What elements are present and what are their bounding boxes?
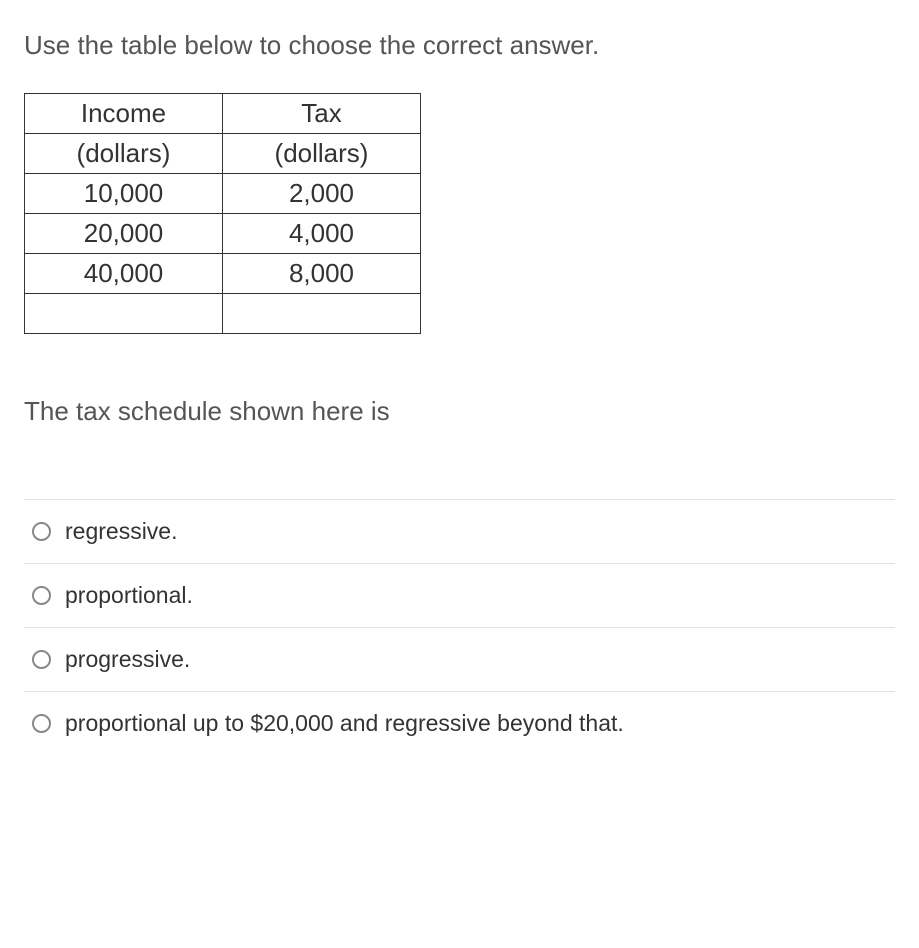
- table-cell: [25, 294, 223, 334]
- table-row: 20,000 4,000: [25, 214, 421, 254]
- choice-label: proportional up to $20,000 and regressiv…: [65, 708, 887, 739]
- tax-schedule-table: Income Tax (dollars) (dollars) 10,000 2,…: [24, 93, 421, 334]
- choice-label: regressive.: [65, 516, 887, 547]
- table-header-cell: Tax: [223, 94, 421, 134]
- radio-icon: [32, 522, 51, 541]
- answer-choice-1[interactable]: proportional.: [24, 563, 895, 627]
- table-cell: 20,000: [25, 214, 223, 254]
- radio-icon: [32, 586, 51, 605]
- answer-choice-3[interactable]: proportional up to $20,000 and regressiv…: [24, 691, 895, 755]
- choice-label: progressive.: [65, 644, 887, 675]
- table-header-cell: (dollars): [223, 134, 421, 174]
- table-cell: 10,000: [25, 174, 223, 214]
- answer-choices: regressive. proportional. progressive. p…: [24, 499, 895, 755]
- answer-choice-0[interactable]: regressive.: [24, 499, 895, 563]
- table-cell: 8,000: [223, 254, 421, 294]
- table-row: 40,000 8,000: [25, 254, 421, 294]
- table-cell: 4,000: [223, 214, 421, 254]
- table-row: [25, 294, 421, 334]
- radio-icon: [32, 650, 51, 669]
- table-header-row-1: Income Tax: [25, 94, 421, 134]
- table-header-cell: Income: [25, 94, 223, 134]
- table-cell: 40,000: [25, 254, 223, 294]
- table-cell: [223, 294, 421, 334]
- table-cell: 2,000: [223, 174, 421, 214]
- answer-choice-2[interactable]: progressive.: [24, 627, 895, 691]
- table-header-row-2: (dollars) (dollars): [25, 134, 421, 174]
- table-header-cell: (dollars): [25, 134, 223, 174]
- question-container: Use the table below to choose the correc…: [0, 0, 919, 779]
- choice-label: proportional.: [65, 580, 887, 611]
- table-row: 10,000 2,000: [25, 174, 421, 214]
- radio-icon: [32, 714, 51, 733]
- question-instruction: Use the table below to choose the correc…: [24, 28, 895, 63]
- question-stem: The tax schedule shown here is: [24, 394, 895, 429]
